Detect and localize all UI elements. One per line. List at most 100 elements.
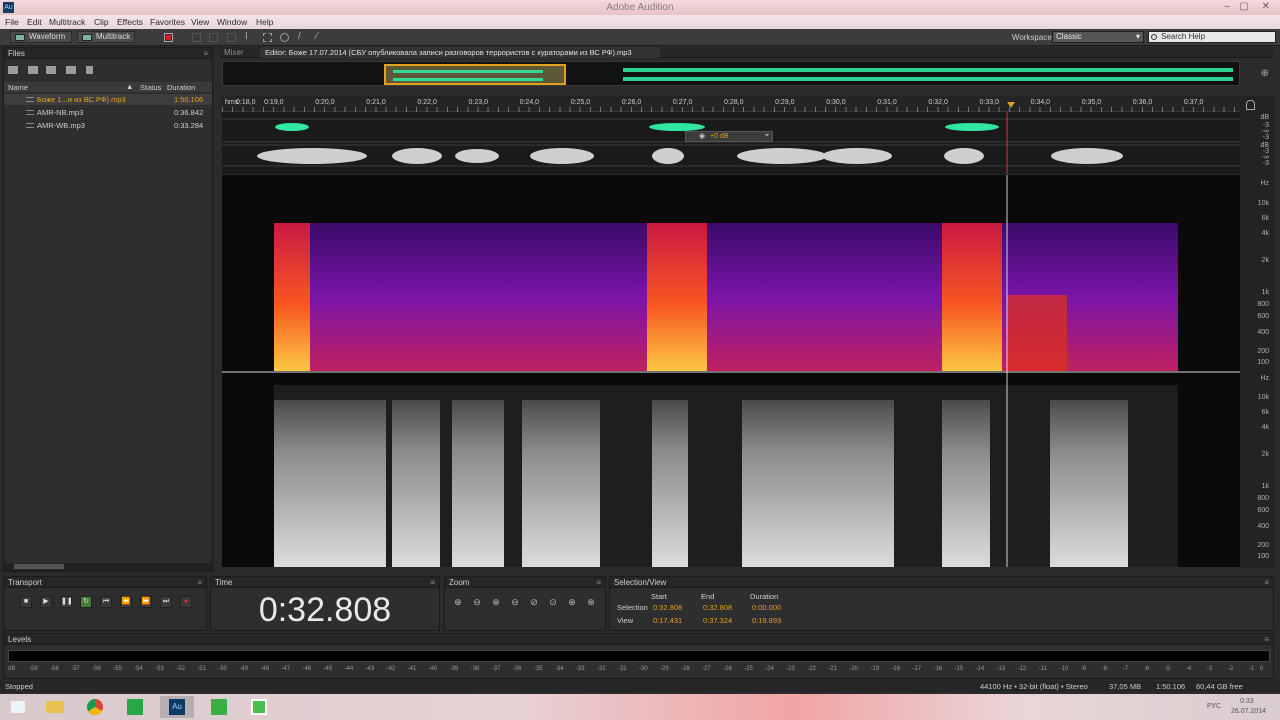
gain-knob-icon[interactable]: ◉ xyxy=(699,132,705,140)
menu-edit[interactable]: Edit xyxy=(27,17,42,27)
selection-start-value[interactable]: 0:32.808 xyxy=(653,603,682,612)
green-app-icon[interactable] xyxy=(202,696,236,718)
lock-icon[interactable] xyxy=(1246,100,1255,110)
view-end-value[interactable]: 0:37.324 xyxy=(703,616,732,625)
slip-tool-icon[interactable] xyxy=(227,33,236,42)
zoom-full-icon[interactable]: ⊘ xyxy=(527,596,541,608)
multitrack-view-button[interactable]: Multitrack xyxy=(77,31,135,43)
loop-button[interactable]: ↻ xyxy=(80,596,92,608)
transport-panel-tab[interactable]: Transport ≡ xyxy=(4,577,206,588)
clock-time[interactable]: 0:33 xyxy=(1240,698,1254,705)
start-button[interactable] xyxy=(2,696,36,718)
panel-menu-icon[interactable]: ≡ xyxy=(197,578,202,587)
zoom-out-time-icon[interactable]: ⊖ xyxy=(508,596,522,608)
files-panel-tab[interactable]: Files ≡ xyxy=(4,48,212,59)
selection-view-panel-tab[interactable]: Selection/View ≡ xyxy=(610,577,1273,588)
file-row[interactable]: AMR-WB.mp3 0:33.284 xyxy=(4,120,212,131)
waveform-display[interactable]: +0 dB ◉ ⌖ xyxy=(222,112,1240,174)
zoom-right-edge-icon[interactable]: ⊕ xyxy=(584,596,598,608)
search-help-input[interactable]: Search Help xyxy=(1148,31,1276,43)
import-file-icon[interactable] xyxy=(28,66,38,74)
lasso-tool-icon[interactable] xyxy=(280,33,289,42)
close-icon[interactable]: ✕ xyxy=(1262,1,1270,12)
tab-editor[interactable]: Editor: Боже 17.07.2014 (СБУ опубликовал… xyxy=(260,47,660,58)
zoom-selection-icon[interactable]: ⊙ xyxy=(546,596,560,608)
levels-panel-tab[interactable]: Levels ≡ xyxy=(4,634,1273,645)
time-panel-tab[interactable]: Time ≡ xyxy=(211,577,439,588)
green-app-icon-2[interactable] xyxy=(242,696,276,718)
chrome-icon[interactable] xyxy=(78,696,112,718)
file-row[interactable]: AMR-NB.mp3 0:36.842 xyxy=(4,107,212,118)
zoom-out-amplitude-icon[interactable]: ⊖ xyxy=(470,596,484,608)
files-horizontal-scrollbar[interactable] xyxy=(4,563,212,571)
level-tick-label: -3 xyxy=(1206,666,1213,672)
maximize-icon[interactable]: ▢ xyxy=(1240,1,1249,12)
go-to-end-button[interactable]: ⏭ xyxy=(160,596,172,608)
play-button[interactable]: ▶ xyxy=(40,596,52,608)
workspace-select[interactable]: Classic ▾ xyxy=(1052,31,1144,43)
clock-date[interactable]: 26.07.2014 xyxy=(1231,708,1266,715)
file-explorer-icon[interactable] xyxy=(38,696,72,718)
record-button[interactable]: ● xyxy=(180,596,192,608)
zoom-overview-icon[interactable]: ⊕ xyxy=(1261,68,1269,79)
export-icon[interactable] xyxy=(66,66,76,74)
tab-mixer[interactable]: Mixer xyxy=(224,48,244,57)
open-file-icon[interactable] xyxy=(8,66,18,74)
insert-icon[interactable] xyxy=(46,66,56,74)
current-time-display[interactable]: 0:32.808 xyxy=(211,591,439,630)
waveform-view-button[interactable]: Waveform xyxy=(10,31,72,43)
panel-menu-icon[interactable]: ≡ xyxy=(596,578,601,587)
audition-taskbar-icon[interactable]: Au xyxy=(160,696,194,718)
panel-menu-icon[interactable]: ≡ xyxy=(1264,578,1269,587)
menu-favorites[interactable]: Favorites xyxy=(150,17,185,27)
files-panel: Files ≡ Name ▲ Status Duration Боже 1...и… xyxy=(3,47,213,572)
razor-tool-icon[interactable] xyxy=(209,33,218,42)
input-language[interactable]: РУС xyxy=(1207,703,1221,710)
level-tick-label: -17 xyxy=(912,666,922,672)
zoom-panel-tab[interactable]: Zoom ≡ xyxy=(445,577,605,588)
zoom-in-time-icon[interactable]: ⊕ xyxy=(489,596,503,608)
duration-column-header[interactable]: Duration xyxy=(167,83,195,92)
menu-clip[interactable]: Clip xyxy=(94,17,109,27)
hud-gain-control[interactable]: +0 dB ◉ ⌖ xyxy=(685,131,773,142)
move-tool-icon[interactable] xyxy=(192,33,201,42)
menu-file[interactable]: File xyxy=(5,17,19,27)
pin-icon[interactable]: ⌖ xyxy=(765,132,769,140)
spectral-display[interactable] xyxy=(222,175,1240,567)
menu-effects[interactable]: Effects xyxy=(117,17,143,27)
panel-menu-icon[interactable]: ≡ xyxy=(1264,635,1269,644)
fast-forward-button[interactable]: ⏩ xyxy=(140,596,152,608)
menu-view[interactable]: View xyxy=(191,17,209,27)
zoom-in-amplitude-icon[interactable]: ⊕ xyxy=(451,596,465,608)
scrollbar-thumb[interactable] xyxy=(14,564,64,569)
marquee-tool-icon[interactable] xyxy=(263,33,272,42)
time-selection-tool-icon[interactable]: I xyxy=(245,31,254,42)
selection-duration-value[interactable]: 0:00.000 xyxy=(752,603,781,612)
playhead-marker-icon[interactable] xyxy=(1007,102,1015,108)
overview-strip[interactable]: ⊕ xyxy=(222,61,1269,86)
panel-menu-icon[interactable]: ≡ xyxy=(430,578,435,587)
menu-window[interactable]: Window xyxy=(217,17,247,27)
delete-icon[interactable] xyxy=(86,66,93,74)
zoom-left-edge-icon[interactable]: ⊕ xyxy=(565,596,579,608)
file-row[interactable]: Боже 1...и из ВС РФ).mp3 1:50.106 xyxy=(4,94,212,105)
time-ruler[interactable]: hms 0:18,0 0:19,0 0:20,0 0:21,0 0:22,0 0:23,0… xyxy=(222,96,1240,112)
record-monitor-icon[interactable] xyxy=(164,33,173,42)
view-duration-value[interactable]: 0:19.893 xyxy=(752,616,781,625)
selection-end-value[interactable]: 0:32.808 xyxy=(703,603,732,612)
minimize-icon[interactable]: – xyxy=(1224,1,1230,12)
go-to-start-button[interactable]: ⏮ xyxy=(100,596,112,608)
panel-menu-icon[interactable]: ≡ xyxy=(203,49,208,58)
spreadsheet-app-icon[interactable] xyxy=(118,696,152,718)
name-column-header[interactable]: Name xyxy=(8,83,28,92)
menu-help[interactable]: Help xyxy=(256,17,273,27)
stop-button[interactable]: ■ xyxy=(20,596,32,608)
pause-button[interactable]: ❚❚ xyxy=(60,596,73,608)
status-column-header[interactable]: Status xyxy=(140,83,161,92)
rewind-button[interactable]: ⏪ xyxy=(120,596,132,608)
brush-tool-icon[interactable]: / xyxy=(298,31,307,42)
menu-multitrack[interactable]: Multitrack xyxy=(49,17,85,27)
view-start-value[interactable]: 0:17.431 xyxy=(653,616,682,625)
spot-healing-tool-icon[interactable]: ⁄ xyxy=(316,31,325,42)
search-icon xyxy=(1151,34,1157,40)
